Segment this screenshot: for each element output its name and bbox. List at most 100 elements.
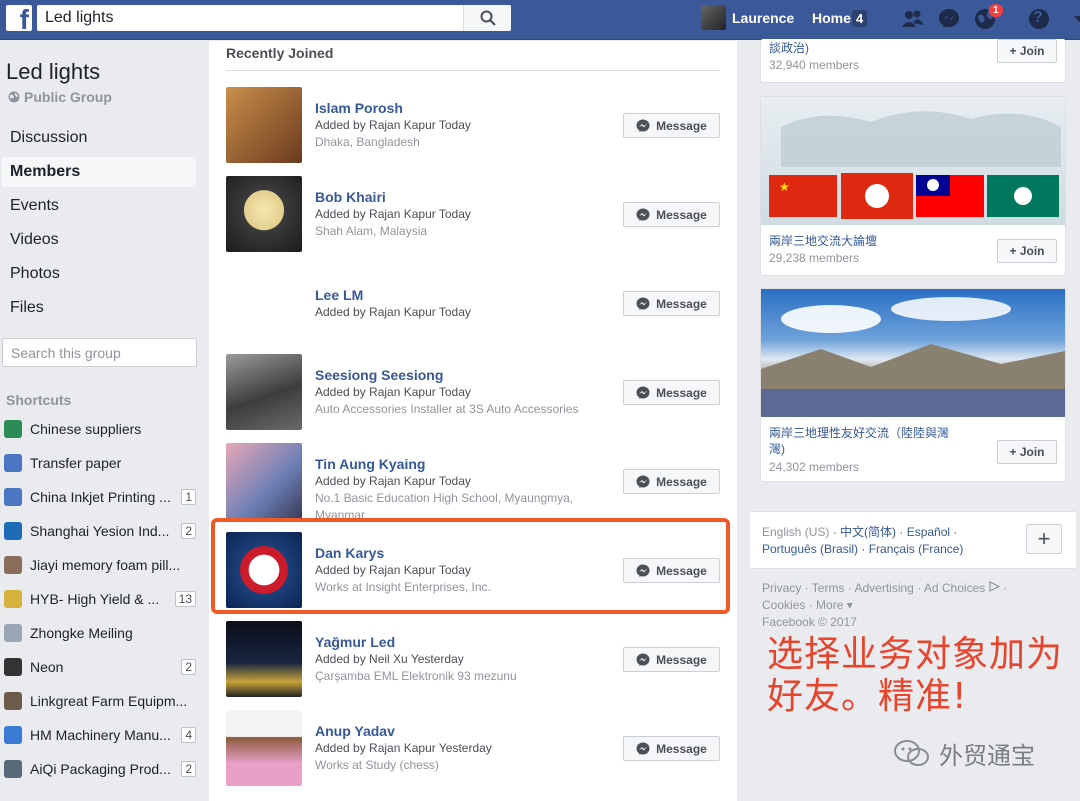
help-icon[interactable]: ? [1026,6,1052,32]
messenger-icon [636,208,650,221]
shortcut-group-icon [4,420,22,438]
shortcut-item[interactable]: HYB- High Yield & ... 13 [4,586,196,612]
footer-link[interactable]: Advertising [854,581,913,595]
footer-link[interactable]: Terms [812,581,845,595]
shortcut-item[interactable]: Shanghai Yesion Ind... 2 [4,518,196,544]
member-photo[interactable] [226,621,302,697]
member-name[interactable]: Bob Khairi [315,188,615,206]
language-link[interactable]: Français (France) [869,542,964,556]
shortcut-item[interactable]: Chinese suppliers [4,416,196,442]
annotation-line: 好友。精准! [767,676,968,717]
message-button[interactable]: Message [623,736,720,761]
divider [226,70,720,71]
nav-files[interactable]: Files [2,293,196,323]
user-avatar[interactable] [701,5,726,30]
join-group-button[interactable]: + Join [997,440,1057,464]
join-group-button[interactable]: + Join [997,239,1057,263]
member-row: Islam Porosh Added by Rajan Kapur Today Dh… [226,87,720,167]
shortcut-label: Transfer paper [30,455,122,471]
suggested-group-name[interactable]: 談政治) [769,40,809,56]
shortcut-item[interactable]: Neon 2 [4,654,196,680]
shortcut-item[interactable]: Linkgreat Farm Equipm... [4,688,196,714]
shortcut-label: Chinese suppliers [30,421,142,437]
shortcut-count-badge: 2 [181,659,196,675]
account-menu-icon[interactable] [1066,6,1080,32]
ad-choices-icon[interactable] [988,581,1000,592]
member-row: Tin Aung Kyaing Added by Rajan Kapur Toda… [226,443,720,523]
suggested-group-name[interactable]: 兩岸三地交流大論壇 [769,233,877,249]
shortcut-item[interactable]: HM Machinery Manu... 4 [4,722,196,748]
group-cover-image[interactable]: ★ [761,97,1065,225]
nav-members[interactable]: Members [2,157,196,187]
message-button-label: Message [656,296,707,311]
member-info: Seesiong Seesiong Added by Rajan Kapur To… [315,366,615,418]
footer-link[interactable]: Privacy [762,581,801,595]
shortcut-item[interactable]: Zhongke Meiling [4,620,196,646]
message-button-label: Message [656,741,707,756]
member-photo[interactable] [226,176,302,252]
message-button[interactable]: Message [623,469,720,494]
message-button-label: Message [656,474,707,489]
message-button[interactable]: Message [623,202,720,227]
shortcut-item[interactable]: China Inkjet Printing ... 1 [4,484,196,510]
shortcut-item[interactable]: Jiayi memory foam pill... [4,552,196,578]
search-button[interactable] [463,5,511,31]
member-photo[interactable] [226,443,302,519]
wechat-logo-icon [894,739,929,766]
shortcut-item[interactable]: AiQi Packaging Prod... 2 [4,756,196,782]
messenger-icon [636,119,650,132]
member-photo[interactable] [226,265,302,341]
join-group-button[interactable]: + Join [997,39,1057,63]
footer-link[interactable]: Cookies [762,598,805,612]
nav-discussion[interactable]: Discussion [2,123,196,153]
member-name[interactable]: Anup Yadav [315,722,615,740]
member-name[interactable]: Yağmur Led [315,633,615,651]
member-name[interactable]: Lee LM [315,286,615,304]
footer-link[interactable]: More [816,598,843,612]
messenger-icon[interactable] [936,6,962,32]
member-name[interactable]: Tin Aung Kyaing [315,455,615,473]
member-info: Islam Porosh Added by Rajan Kapur Today Dh… [315,99,615,151]
group-cover-image[interactable] [761,289,1065,417]
copyright: Facebook © 2017 [762,615,857,629]
message-button-label: Message [656,652,707,667]
facebook-logo[interactable]: f [6,5,32,34]
friend-requests-icon[interactable] [900,6,926,32]
member-photo[interactable] [226,87,302,163]
group-search [2,338,197,367]
group-search-input[interactable] [3,344,192,361]
annotation-line: 选择业务对象加为 [767,634,1064,675]
shortcut-item[interactable]: Transfer paper [4,450,196,476]
language-link[interactable]: Português (Brasil) [762,542,858,556]
footer-link[interactable]: Ad Choices [924,581,985,595]
nav-videos[interactable]: Videos [2,225,196,255]
suggested-group-name[interactable]: 兩岸三地理性友好交流（陸陸與灣灣) [769,425,959,457]
global-search-input[interactable] [37,5,463,31]
recently-joined-heading: Recently Joined [226,45,334,61]
member-name[interactable]: Islam Porosh [315,99,615,117]
language-link[interactable]: Español [907,525,950,539]
more-languages-button[interactable]: + [1026,524,1062,554]
home-link[interactable]: Home [812,10,851,26]
member-photo[interactable] [226,354,302,430]
message-button[interactable]: Message [623,380,720,405]
nav-photos[interactable]: Photos [2,259,196,289]
current-language: English (US) [762,525,830,539]
suggested-group-card: 談政治) 32,940 members + Join [760,39,1066,83]
member-detail: Works at Study (chess) [315,758,439,772]
footer: Privacy · Terms · Advertising · Ad Choic… [762,581,1007,629]
message-button[interactable]: Message [623,647,720,672]
suggested-group-card: 兩岸三地理性友好交流（陸陸與灣灣) 24,302 members + Join [760,288,1066,482]
message-button[interactable]: Message [623,291,720,316]
message-button[interactable]: Message [623,113,720,138]
nav-events[interactable]: Events [2,191,196,221]
top-bar: f Laurence Home 4 1 ? [0,0,1080,40]
member-detail: Shah Alam, Malaysia [315,224,428,238]
profile-link[interactable]: Laurence [732,10,794,26]
member-name[interactable]: Seesiong Seesiong [315,366,615,384]
member-photo[interactable] [226,710,302,786]
group-title[interactable]: Led lights [6,59,100,85]
language-link[interactable]: 中文(简体) [840,525,896,539]
language-links: English (US) · 中文(简体) · Español · Portug… [762,525,964,556]
shortcut-count-badge: 2 [181,523,196,539]
